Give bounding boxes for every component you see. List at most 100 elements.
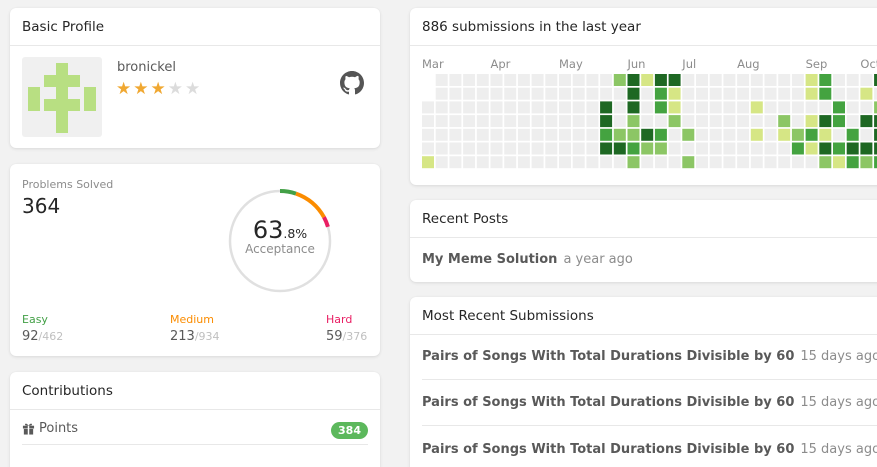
heatmap-cell[interactable] (627, 156, 640, 169)
heatmap-cell[interactable] (696, 142, 708, 155)
heatmap-cell[interactable] (709, 115, 722, 128)
heatmap-cell[interactable] (559, 74, 571, 86)
heatmap-cell[interactable] (723, 142, 736, 155)
heatmap-cell[interactable] (490, 156, 503, 169)
heatmap-cell[interactable] (517, 128, 530, 141)
heatmap-cell[interactable] (545, 115, 558, 128)
heatmap-cell[interactable] (545, 156, 558, 169)
heatmap-cell[interactable] (545, 74, 558, 86)
heatmap-cell[interactable] (422, 142, 434, 155)
heatmap-cell[interactable] (572, 115, 585, 128)
heatmap-cell[interactable] (805, 115, 818, 128)
heatmap-cell[interactable] (846, 87, 859, 100)
heatmap-cell[interactable] (641, 156, 654, 169)
heatmap-cell[interactable] (545, 101, 558, 114)
heatmap-cell[interactable] (490, 74, 503, 86)
heatmap-cell[interactable] (531, 101, 544, 114)
heatmap-cell[interactable] (600, 74, 613, 86)
heatmap-cell[interactable] (531, 156, 544, 169)
heatmap-cell[interactable] (517, 87, 530, 100)
heatmap-cell[interactable] (682, 74, 695, 86)
heatmap-cell[interactable] (449, 142, 462, 155)
heatmap-cell[interactable] (586, 156, 599, 169)
heatmap-cell[interactable] (476, 87, 489, 100)
heatmap-cell[interactable] (517, 142, 530, 155)
heatmap-cell[interactable] (668, 74, 681, 86)
heatmap-cell[interactable] (449, 74, 462, 86)
heatmap-cell[interactable] (627, 142, 640, 155)
heatmap-cell[interactable] (490, 115, 503, 128)
heatmap-cell[interactable] (613, 142, 626, 155)
heatmap-cell[interactable] (517, 156, 530, 169)
heatmap-cell[interactable] (572, 101, 585, 114)
heatmap-cell[interactable] (778, 156, 791, 169)
heatmap-cell[interactable] (846, 128, 859, 141)
heatmap-cell[interactable] (600, 87, 613, 100)
heatmap-cell[interactable] (463, 101, 476, 114)
heatmap-cell[interactable] (668, 142, 681, 155)
heatmap-cell[interactable] (449, 87, 462, 100)
heatmap-cell[interactable] (737, 142, 750, 155)
heatmap-cell[interactable] (860, 142, 873, 155)
heatmap-cell[interactable] (422, 128, 434, 141)
heatmap-cell[interactable] (613, 87, 626, 100)
heatmap-cell[interactable] (833, 101, 845, 114)
submission-item[interactable]: Pairs of Songs With Total Durations Divi… (422, 442, 877, 457)
heatmap-cell[interactable] (476, 128, 489, 141)
heatmap-cell[interactable] (750, 74, 763, 86)
points-row[interactable]: Points 384 (22, 421, 368, 445)
heatmap-cell[interactable] (586, 115, 599, 128)
heatmap-cell[interactable] (833, 115, 845, 128)
heatmap-cell[interactable] (572, 87, 585, 100)
heatmap-cell[interactable] (709, 101, 722, 114)
heatmap-cell[interactable] (696, 156, 708, 169)
heatmap-cell[interactable] (531, 115, 544, 128)
heatmap-cell[interactable] (764, 87, 777, 100)
submission-item[interactable]: Pairs of Songs With Total Durations Divi… (422, 349, 877, 364)
heatmap-cell[interactable] (805, 142, 818, 155)
heatmap-cell[interactable] (791, 142, 804, 155)
heatmap-cell[interactable] (559, 128, 571, 141)
heatmap-cell[interactable] (504, 101, 517, 114)
heatmap-cell[interactable] (778, 74, 791, 86)
heatmap-cell[interactable] (860, 128, 873, 141)
heatmap-cell[interactable] (627, 128, 640, 141)
heatmap-cell[interactable] (709, 74, 722, 86)
heatmap-cell[interactable] (559, 156, 571, 169)
heatmap-cell[interactable] (531, 87, 544, 100)
heatmap-cell[interactable] (737, 115, 750, 128)
heatmap-cell[interactable] (654, 156, 667, 169)
heatmap-cell[interactable] (805, 156, 818, 169)
heatmap-cell[interactable] (517, 115, 530, 128)
heatmap-cell[interactable] (435, 115, 448, 128)
heatmap-cell[interactable] (750, 101, 763, 114)
heatmap-cell[interactable] (627, 101, 640, 114)
heatmap-cell[interactable] (654, 101, 667, 114)
submission-item[interactable]: Pairs of Songs With Total Durations Divi… (422, 395, 877, 410)
heatmap-cell[interactable] (654, 87, 667, 100)
heatmap-cell[interactable] (517, 74, 530, 86)
heatmap-cell[interactable] (723, 115, 736, 128)
heatmap-cell[interactable] (737, 87, 750, 100)
heatmap-cell[interactable] (764, 156, 777, 169)
heatmap-cell[interactable] (504, 156, 517, 169)
heatmap-cell[interactable] (819, 74, 832, 86)
heatmap-cell[interactable] (860, 115, 873, 128)
heatmap-cell[interactable] (545, 128, 558, 141)
heatmap-cell[interactable] (778, 128, 791, 141)
heatmap-cell[interactable] (764, 128, 777, 141)
heatmap-cell[interactable] (833, 142, 845, 155)
heatmap-cell[interactable] (559, 115, 571, 128)
heatmap-cell[interactable] (709, 156, 722, 169)
heatmap-cell[interactable] (723, 74, 736, 86)
heatmap-cell[interactable] (613, 156, 626, 169)
heatmap-cell[interactable] (709, 87, 722, 100)
heatmap-cell[interactable] (819, 128, 832, 141)
heatmap-cell[interactable] (463, 156, 476, 169)
heatmap-cell[interactable] (504, 87, 517, 100)
heatmap-cell[interactable] (778, 142, 791, 155)
heatmap-cell[interactable] (805, 101, 818, 114)
username[interactable]: bronickel (117, 60, 176, 75)
heatmap-cell[interactable] (682, 115, 695, 128)
heatmap-cell[interactable] (682, 87, 695, 100)
